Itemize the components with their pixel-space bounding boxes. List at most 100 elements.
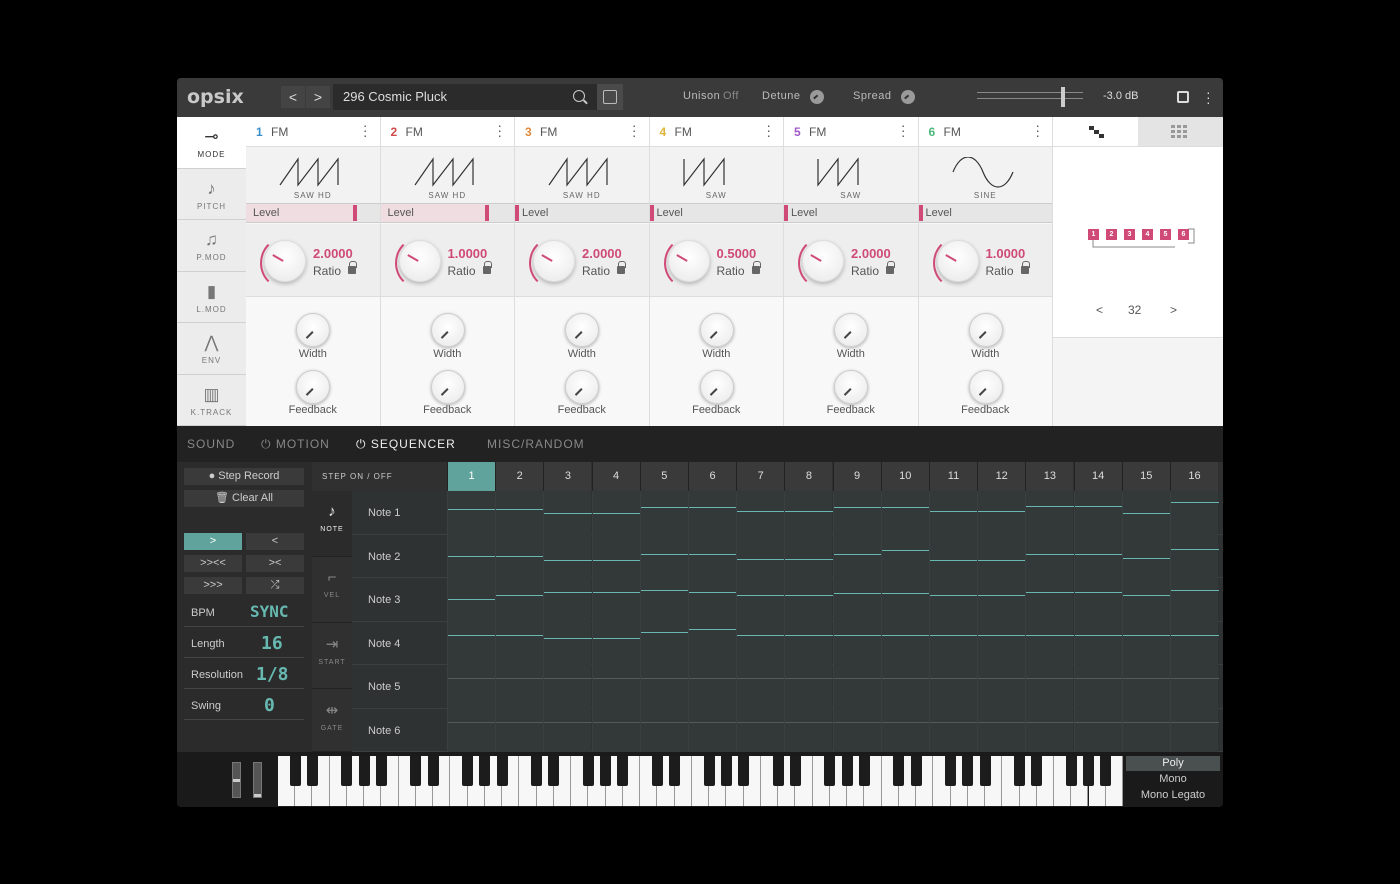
black-key[interactable] — [651, 756, 663, 786]
step-cell[interactable] — [1170, 534, 1219, 578]
next-program-button[interactable]: > — [306, 86, 330, 108]
black-key[interactable] — [910, 756, 922, 786]
step-cell[interactable] — [929, 708, 978, 752]
save-icon[interactable] — [597, 84, 623, 110]
step-cell[interactable] — [929, 621, 978, 665]
operator-menu-icon[interactable]: · · · — [363, 118, 368, 142]
feedback-knob[interactable] — [968, 370, 1003, 404]
step-cell[interactable] — [832, 491, 882, 535]
step-cell[interactable] — [784, 534, 834, 578]
lock-icon[interactable] — [482, 261, 492, 274]
ratio-knob[interactable] — [798, 236, 844, 290]
sidebar-item-ktrack[interactable]: ▥ K.TRACK — [177, 374, 246, 426]
tab-sequencer[interactable]: ⏻ SEQUENCER — [356, 437, 456, 452]
step-button-5[interactable]: 5 — [639, 462, 688, 491]
step-cell[interactable] — [543, 491, 593, 535]
black-key[interactable] — [1100, 756, 1112, 786]
black-key[interactable] — [824, 756, 836, 786]
black-key[interactable] — [1014, 756, 1026, 786]
ratio-value[interactable]: 2.0000 — [582, 246, 622, 261]
waveform-display[interactable]: SAW HD — [380, 147, 514, 203]
operator-type[interactable]: FM — [540, 125, 557, 139]
step-cell[interactable] — [543, 708, 593, 752]
ratio-value[interactable]: 1.0000 — [986, 246, 1026, 261]
step-cell[interactable] — [447, 708, 496, 752]
step-cell[interactable] — [543, 665, 593, 709]
step-button-7[interactable]: 7 — [736, 462, 785, 491]
volume-slider[interactable] — [977, 87, 1083, 107]
ratio-knob[interactable] — [260, 236, 306, 290]
step-cell[interactable] — [447, 534, 496, 578]
operator-type[interactable]: FM — [675, 125, 692, 139]
step-cell[interactable] — [543, 534, 593, 578]
step-cell[interactable] — [784, 708, 834, 752]
step-cell[interactable] — [736, 578, 786, 622]
step-cell[interactable] — [977, 578, 1027, 622]
step-cell[interactable] — [1073, 665, 1123, 709]
black-key[interactable] — [789, 756, 801, 786]
step-cell[interactable] — [447, 491, 496, 535]
bpm-row[interactable]: BPM SYNC — [184, 597, 304, 627]
voice-mode-mono-legato[interactable]: Mono Legato — [1126, 788, 1220, 803]
operator-header[interactable]: 2 FM · · · — [380, 117, 514, 147]
step-record-button[interactable]: ● Step Record — [184, 468, 304, 485]
direction-random-button[interactable]: ⤮ — [246, 577, 304, 594]
black-key[interactable] — [496, 756, 508, 786]
sidebar-item-mode[interactable]: ⊸ MODE — [177, 117, 246, 169]
step-cell[interactable] — [591, 491, 641, 535]
operator-menu-icon[interactable]: · · · — [497, 118, 502, 142]
step-cell[interactable] — [736, 665, 786, 709]
black-key[interactable] — [289, 756, 301, 786]
ratio-value[interactable]: 0.5000 — [717, 246, 757, 261]
step-cell[interactable] — [1121, 708, 1171, 752]
next-algorithm-button[interactable]: > — [1170, 303, 1177, 317]
step-cell[interactable] — [1170, 665, 1219, 709]
black-key[interactable] — [410, 756, 422, 786]
black-key[interactable] — [772, 756, 784, 786]
search-icon[interactable] — [573, 90, 585, 102]
seq-type-gate[interactable]: ⇹ GATE — [312, 689, 352, 752]
pitch-wheel[interactable] — [232, 762, 241, 798]
step-cell[interactable] — [1025, 621, 1075, 665]
step-cell[interactable] — [495, 491, 545, 535]
step-cell[interactable] — [1121, 621, 1171, 665]
sidebar-item-pmod[interactable]: ♫ P.MOD — [177, 220, 246, 272]
black-key[interactable] — [720, 756, 732, 786]
step-cell[interactable] — [1073, 621, 1123, 665]
black-key[interactable] — [893, 756, 905, 786]
step-cell[interactable] — [736, 491, 786, 535]
step-cell[interactable] — [495, 708, 545, 752]
length-row[interactable]: Length 16 — [184, 628, 304, 658]
black-key[interactable] — [858, 756, 870, 786]
step-cell[interactable] — [736, 534, 786, 578]
seq-type-start[interactable]: ⇥ START — [312, 623, 352, 689]
step-cell[interactable] — [639, 621, 689, 665]
step-button-2[interactable]: 2 — [495, 462, 544, 491]
prev-program-button[interactable]: < — [281, 86, 305, 108]
step-cell[interactable] — [1170, 621, 1219, 665]
step-cell[interactable] — [784, 578, 834, 622]
direction-outward-button[interactable]: >><< — [184, 555, 242, 572]
operator-menu-icon[interactable]: · · · — [766, 118, 771, 142]
lock-icon[interactable] — [886, 261, 895, 274]
waveform-display[interactable]: SAW HD — [246, 147, 380, 203]
piano-keyboard[interactable] — [278, 756, 1123, 806]
sidebar-item-env[interactable]: ⋀ ENV — [177, 323, 246, 375]
step-cell[interactable] — [591, 578, 641, 622]
step-cell[interactable] — [977, 491, 1027, 535]
step-cell[interactable] — [736, 621, 786, 665]
step-cell[interactable] — [1025, 491, 1075, 535]
step-button-4[interactable]: 4 — [591, 462, 640, 491]
waveform-display[interactable]: SAW HD — [515, 147, 649, 203]
lock-icon[interactable] — [1020, 261, 1030, 274]
voice-mode-mono[interactable]: Mono — [1126, 772, 1220, 787]
step-button-16[interactable]: 16 — [1170, 462, 1218, 491]
step-cell[interactable] — [880, 621, 930, 665]
step-button-11[interactable]: 11 — [929, 462, 977, 491]
step-cell[interactable] — [977, 534, 1027, 578]
level-slider[interactable]: Level — [515, 203, 649, 223]
step-button-13[interactable]: 13 — [1025, 462, 1074, 491]
ratio-value[interactable]: 2.0000 — [313, 246, 353, 261]
step-button-15[interactable]: 15 — [1121, 462, 1170, 491]
tab-algorithm-view[interactable] — [1053, 117, 1138, 147]
